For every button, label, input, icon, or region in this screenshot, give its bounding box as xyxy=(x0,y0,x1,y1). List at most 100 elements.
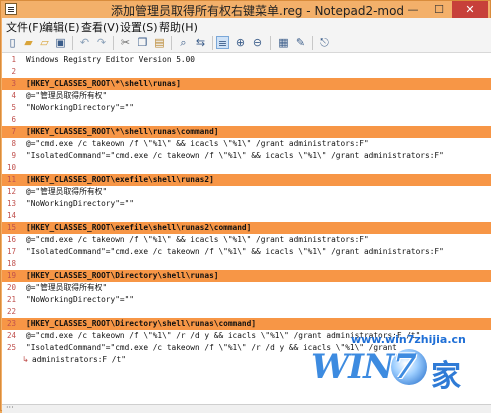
line-number: 8 xyxy=(11,139,16,148)
line-number: 24 xyxy=(6,331,16,340)
code-line-highlighted: 7 [HKEY_CLASSES_ROOT\*\shell\runas\comma… xyxy=(2,126,491,138)
zoom-out-icon[interactable]: ⊖ xyxy=(251,36,264,49)
line-text: [HKEY_CLASSES_ROOT\exefile\shell\runas2] xyxy=(26,175,214,184)
line-number: 17 xyxy=(6,247,16,256)
new-file-icon[interactable]: ▯ xyxy=(6,36,19,49)
line-text: "IsolatedCommand"="cmd.exe /c takeown /f… xyxy=(26,247,444,256)
code-line: 17 "IsolatedCommand"="cmd.exe /c takeown… xyxy=(2,246,491,258)
code-line: 20 @="管理员取得所有权" xyxy=(2,282,491,294)
line-number: 1 xyxy=(11,55,16,64)
open-file-icon[interactable]: ▰ xyxy=(22,36,35,49)
maximize-button[interactable]: ☐ xyxy=(426,1,452,18)
line-text: Windows Registry Editor Version 5.00 xyxy=(26,55,195,64)
line-number: 15 xyxy=(6,223,16,232)
code-line: 6 xyxy=(2,114,491,126)
code-line: 2 xyxy=(2,66,491,78)
line-text: "NoWorkingDirectory"="" xyxy=(26,103,134,112)
code-line: 8 @="cmd.exe /c takeown /f \"%1\" && ica… xyxy=(2,138,491,150)
code-line: 13 "NoWorkingDirectory"="" xyxy=(2,198,491,210)
code-line: 9 "IsolatedCommand"="cmd.exe /c takeown … xyxy=(2,150,491,162)
line-number: 9 xyxy=(11,151,16,160)
exit-icon[interactable]: ⎋ xyxy=(318,36,331,49)
find-icon[interactable]: ⌕ xyxy=(177,36,190,49)
line-text: administrators:F /t" xyxy=(32,355,126,364)
code-line: 12 @="管理员取得所有权" xyxy=(2,186,491,198)
line-number: 10 xyxy=(6,163,16,172)
line-text: [HKEY_CLASSES_ROOT\*\shell\runas\command… xyxy=(26,127,219,136)
line-number: 21 xyxy=(6,295,16,304)
line-text: @="管理员取得所有权" xyxy=(26,187,108,196)
copy-icon[interactable]: ❐ xyxy=(136,36,149,49)
line-number: 12 xyxy=(6,187,16,196)
close-button[interactable]: ✕ xyxy=(452,1,488,18)
line-text: "IsolatedCommand"="cmd.exe /c takeown /f… xyxy=(26,343,397,352)
line-text: @="cmd.exe /c takeown /f \"%1\" && icacl… xyxy=(26,235,369,244)
code-line-highlighted: 19 [HKEY_CLASSES_ROOT\Directory\shell\ru… xyxy=(2,270,491,282)
code-line-highlighted: 3 [HKEY_CLASSES_ROOT\*\shell\runas] xyxy=(2,78,491,90)
menu-file[interactable]: 文件(F) xyxy=(6,19,43,35)
code-line: 10 xyxy=(2,162,491,174)
code-line: 24 @="cmd.exe /c takeown /f \"%1\" /r /d… xyxy=(2,330,491,342)
notepad-app-icon[interactable] xyxy=(5,3,17,15)
replace-icon[interactable]: ⇆ xyxy=(194,36,207,49)
cut-icon[interactable]: ✂ xyxy=(119,36,132,49)
line-text: [HKEY_CLASSES_ROOT\exefile\shell\runas2\… xyxy=(26,223,252,232)
line-number: 13 xyxy=(6,199,16,208)
code-line: 21 "NoWorkingDirectory"="" xyxy=(2,294,491,306)
menu-help[interactable]: 帮助(H) xyxy=(159,19,198,35)
browse-icon[interactable]: ▱ xyxy=(38,36,51,49)
menu-bar: 文件(F) 编辑(E) 查看(V) 设置(S) 帮助(H) xyxy=(2,18,491,34)
toolbar: ▯ ▰ ▱ ▣ ↶ ↷ ✂ ❐ ▤ ⌕ ⇆ ≡ ⊕ ⊖ ▦ ✎ ⎋ xyxy=(2,34,491,53)
code-line: 18 xyxy=(2,258,491,270)
wrap-indicator-icon: ↳ xyxy=(22,355,29,364)
line-number: 5 xyxy=(11,103,16,112)
line-number: 3 xyxy=(11,79,16,88)
line-number: 4 xyxy=(11,91,16,100)
minimize-button[interactable]: — xyxy=(400,1,426,18)
menu-settings[interactable]: 设置(S) xyxy=(120,19,158,35)
code-line: 16 @="cmd.exe /c takeown /f \"%1\" && ic… xyxy=(2,234,491,246)
line-number: 18 xyxy=(6,259,16,268)
line-number: 19 xyxy=(6,271,16,280)
line-text: @="管理员取得所有权" xyxy=(26,283,108,292)
line-number: 22 xyxy=(6,307,16,316)
line-number: 20 xyxy=(6,283,16,292)
line-text: [HKEY_CLASSES_ROOT\Directory\shell\runas… xyxy=(26,271,219,280)
paste-icon[interactable]: ▤ xyxy=(153,36,166,49)
code-line: 25 "IsolatedCommand"="cmd.exe /c takeown… xyxy=(2,342,491,354)
line-number: 16 xyxy=(6,235,16,244)
line-number: 14 xyxy=(6,211,16,220)
line-text: "NoWorkingDirectory"="" xyxy=(26,199,134,208)
line-number: 7 xyxy=(11,127,16,136)
menu-edit[interactable]: 编辑(E) xyxy=(42,19,80,35)
line-text: "NoWorkingDirectory"="" xyxy=(26,295,134,304)
code-line-highlighted: 23 [HKEY_CLASSES_ROOT\Directory\shell\ru… xyxy=(2,318,491,330)
zoom-in-icon[interactable]: ⊕ xyxy=(234,36,247,49)
window-title: 添加管理员取得所有权右键菜单.reg - Notepad2-mod xyxy=(111,4,405,18)
save-icon[interactable]: ▣ xyxy=(54,36,67,49)
line-number: 23 xyxy=(6,319,16,328)
menu-view[interactable]: 查看(V) xyxy=(81,19,119,35)
line-text: @="管理员取得所有权" xyxy=(26,91,108,100)
line-text: @="cmd.exe /c takeown /f \"%1\" && icacl… xyxy=(26,139,369,148)
line-text: @="cmd.exe /c takeown /f \"%1\" /r /d y … xyxy=(26,331,421,340)
text-editor[interactable]: 1 Windows Registry Editor Version 5.00 2… xyxy=(2,53,491,404)
title-bar[interactable]: 添加管理员取得所有权右键菜单.reg - Notepad2-mod — ☐ ✕ xyxy=(1,1,490,18)
line-number: 25 xyxy=(6,343,16,352)
code-line-highlighted: 11 [HKEY_CLASSES_ROOT\exefile\shell\runa… xyxy=(2,174,491,186)
code-line: 22 xyxy=(2,306,491,318)
redo-icon[interactable]: ↷ xyxy=(95,36,108,49)
scheme-icon[interactable]: ▦ xyxy=(277,36,290,49)
undo-icon[interactable]: ↶ xyxy=(78,36,91,49)
line-number: 2 xyxy=(11,67,16,76)
customize-icon[interactable]: ✎ xyxy=(294,36,307,49)
code-line: 1 Windows Registry Editor Version 5.00 xyxy=(2,54,491,66)
line-number: 11 xyxy=(6,175,16,184)
code-line: 5 "NoWorkingDirectory"="" xyxy=(2,102,491,114)
status-bar: ··· xyxy=(2,404,491,413)
line-text: "IsolatedCommand"="cmd.exe /c takeown /f… xyxy=(26,151,444,160)
word-wrap-icon[interactable]: ≡ xyxy=(216,36,229,50)
code-line: 4 @="管理员取得所有权" xyxy=(2,90,491,102)
code-line: 14 xyxy=(2,210,491,222)
code-line-highlighted: 15 [HKEY_CLASSES_ROOT\exefile\shell\runa… xyxy=(2,222,491,234)
